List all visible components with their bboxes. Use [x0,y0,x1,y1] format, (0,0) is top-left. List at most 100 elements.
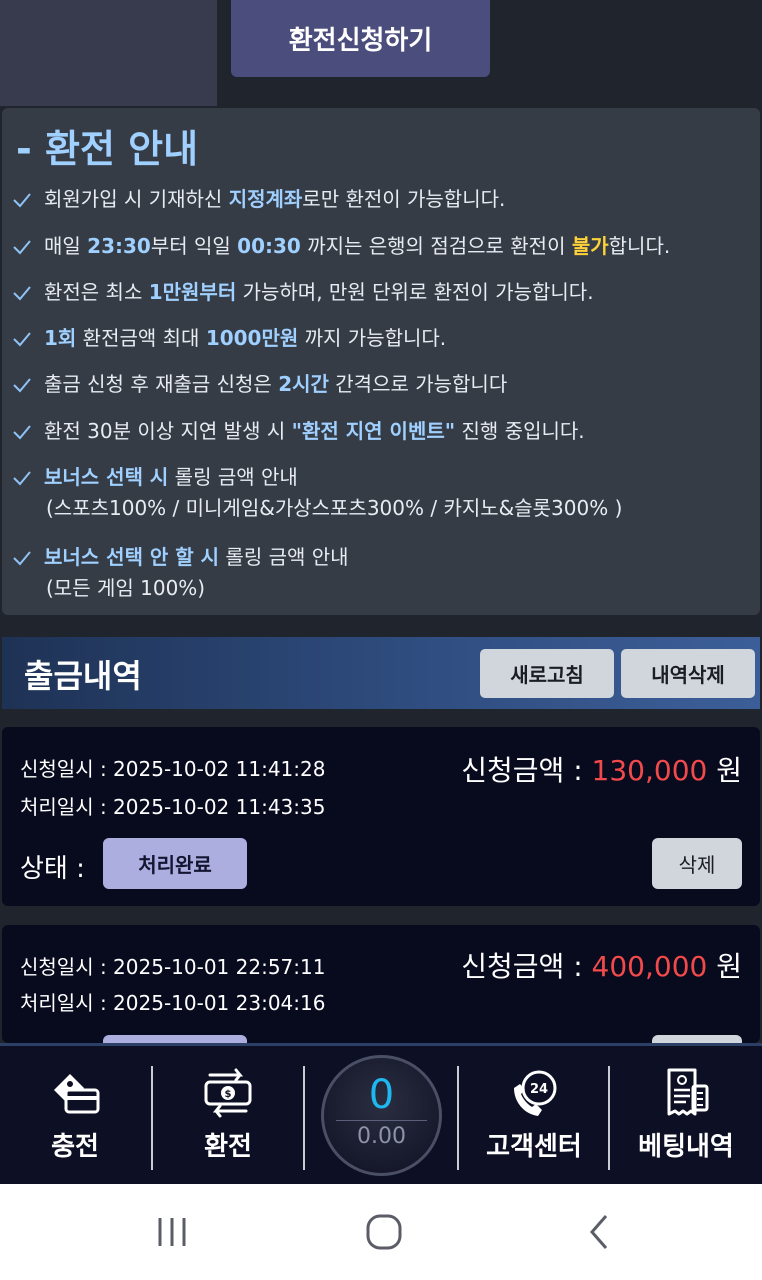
highlight-text: 보너스 선택 안 할 시 [44,545,220,569]
guide-item-line: 환전 30분 이상 지연 발생 시 "환전 지연 이벤트" 진행 중입니다. [44,416,585,447]
bet-receipt-icon [659,1066,713,1120]
highlight-text: 1만원부터 [148,280,237,304]
status-badge: 처리완료 [103,838,247,889]
highlight-text: "환전 지연 이벤트" [291,419,456,443]
guide-item: 보너스 선택 안 할 시 롤링 금액 안내 (모든 게임 100%) [12,542,349,604]
refresh-button[interactable]: 새로고침 [480,649,614,698]
exchange-money-icon: $ [200,1066,256,1120]
guide-text: 환전 30분 이상 지연 발생 시 [44,419,292,443]
nav-charge[interactable]: 충전 [0,1046,150,1184]
charge-card-icon [48,1066,102,1120]
nav-support[interactable]: 24 고객센터 [459,1046,609,1184]
check-icon [12,231,38,262]
guide-item-subtext: (스포츠100% / 미니게임&가상스포츠300% / 카지노&슬롯300% ) [46,496,623,520]
guide-text: 회원가입 시 기재하신 [44,187,229,211]
status-label: 상태 : [20,854,85,884]
guide-item-text: 보너스 선택 안 할 시 롤링 금액 안내 (모든 게임 100%) [44,542,349,604]
guide-text: 간격으로 가능합니다 [328,372,508,396]
guide-item-line: 보너스 선택 안 할 시 롤링 금액 안내 [44,542,349,573]
back-icon[interactable] [584,1212,614,1256]
delete-record-button[interactable]: 삭제 [652,838,742,889]
check-icon [12,416,38,447]
exchange-apply-button[interactable]: 환전신청하기 [231,0,490,77]
balance-sub: 0.00 [357,1124,406,1149]
request-amount: 신청금액 : 400,000 원 [461,945,742,985]
amount-unit: 원 [707,754,742,787]
request-amount: 신청금액 : 130,000 원 [461,749,742,789]
amount-label: 신청금액 : [461,950,592,983]
guide-text: 롤링 금액 안내 [168,465,298,489]
guide-item: 환전은 최소 1만원부터 가능하며, 만원 단위로 환전이 가능합니다. [12,277,594,308]
check-icon [12,277,38,308]
guide-item-text: 1회 환전금액 최대 1000만원 까지 가능합니다. [44,323,446,354]
guide-item: 매일 23:30부터 익일 00:30 까지는 은행의 점검으로 환전이 불가합… [12,231,670,262]
delete-button-partial[interactable] [652,1035,742,1043]
highlight-text: 2시간 [278,372,329,396]
guide-item-text: 보너스 선택 시 롤링 금액 안내 (스포츠100% / 미니게임&가상스포츠30… [44,462,622,524]
guide-text: 부터 익일 [150,234,238,258]
guide-item-line: 환전은 최소 1만원부터 가능하며, 만원 단위로 환전이 가능합니다. [44,277,594,308]
svg-text:24: 24 [530,1082,548,1097]
guide-item-line: 회원가입 시 기재하신 지정계좌로만 환전이 가능합니다. [44,184,505,215]
guide-item-line: 보너스 선택 시 롤링 금액 안내 [44,462,622,493]
guide-item: 환전 30분 이상 지연 발생 시 "환전 지연 이벤트" 진행 중입니다. [12,416,585,447]
guide-item-subtext: (모든 게임 100%) [46,576,206,600]
guide-item-text: 매일 23:30부터 익일 00:30 까지는 은행의 점검으로 환전이 불가합… [44,231,670,262]
highlight-text: 00:30 [237,234,301,258]
request-time: 신청일시 : 2025-10-02 11:41:28 [20,757,326,781]
check-icon [12,542,38,573]
nav-exchange-label: 환전 [204,1132,252,1162]
balance-coin[interactable]: 0 0.00 [321,1055,442,1176]
nav-bet-history-label: 베팅내역 [638,1132,734,1162]
home-icon[interactable] [364,1212,404,1256]
guide-text: 진행 중입니다. [455,419,585,443]
withdraw-record-card: 신청일시 : 2025-10-02 11:41:28 처리일시 : 2025-1… [2,727,760,906]
amount-value: 130,000 [591,754,708,787]
amount-value: 400,000 [591,950,708,983]
delete-history-button[interactable]: 내역삭제 [621,649,755,698]
balance-divider [336,1120,427,1121]
guide-item-text: 회원가입 시 기재하신 지정계좌로만 환전이 가능합니다. [44,184,505,215]
check-icon [12,369,38,400]
highlight-text: 보너스 선택 시 [44,465,169,489]
nav-exchange[interactable]: $ 환전 [153,1046,303,1184]
top-area: 환전신청하기 [0,0,762,106]
bottom-navigation: 충전 $ 환전 0 0.00 24 고객센터 베팅내역 [0,1043,762,1184]
balance-main: 0 [368,1072,395,1118]
highlight-text: 불가 [571,234,609,258]
process-time: 처리일시 : 2025-10-02 11:43:35 [20,795,326,819]
guide-item-text: 출금 신청 후 재출금 신청은 2시간 간격으로 가능합니다 [44,369,507,400]
amount-label: 신청금액 : [461,754,592,787]
svg-text:$: $ [225,1089,232,1100]
guide-text: 출금 신청 후 재출금 신청은 [44,372,279,396]
status-badge-partial [103,1035,247,1043]
recent-apps-icon[interactable] [154,1214,190,1254]
request-time: 신청일시 : 2025-10-01 22:57:11 [20,955,326,979]
guide-title: - 환전 안내 [16,127,199,171]
guide-item: 회원가입 시 기재하신 지정계좌로만 환전이 가능합니다. [12,184,505,215]
check-icon [12,462,38,493]
guide-text: 롤링 금액 안내 [219,545,349,569]
guide-text: 환전은 최소 [44,280,149,304]
nav-support-label: 고객센터 [486,1132,582,1162]
highlight-text: 지정계좌 [228,187,303,211]
guide-item: 1회 환전금액 최대 1000만원 까지 가능합니다. [12,323,446,354]
withdraw-history-header: 출금내역 새로고침 내역삭제 [2,637,760,709]
check-icon [12,323,38,354]
guide-item-line: 매일 23:30부터 익일 00:30 까지는 은행의 점검으로 환전이 불가합… [44,231,670,262]
withdraw-record-card: 신청일시 : 2025-10-01 22:57:11 처리일시 : 2025-1… [2,925,760,1043]
nav-bet-history[interactable]: 베팅내역 [610,1046,762,1184]
nav-divider [303,1066,305,1170]
guide-text: 까지는 은행의 점검으로 환전이 [300,234,572,258]
guide-text: 까지 가능합니다. [298,326,447,350]
history-title: 출금내역 [24,657,142,695]
process-time: 처리일시 : 2025-10-01 23:04:16 [20,991,326,1015]
guide-text: 합니다. [608,234,671,258]
guide-item: 보너스 선택 시 롤링 금액 안내 (스포츠100% / 미니게임&가상스포츠30… [12,462,622,524]
highlight-text: 23:30 [87,234,151,258]
amount-unit: 원 [707,950,742,983]
guide-item-text: 환전 30분 이상 지연 발생 시 "환전 지연 이벤트" 진행 중입니다. [44,416,585,447]
check-icon [12,184,38,215]
guide-item-text: 환전은 최소 1만원부터 가능하며, 만원 단위로 환전이 가능합니다. [44,277,594,308]
top-left-panel [0,0,217,106]
